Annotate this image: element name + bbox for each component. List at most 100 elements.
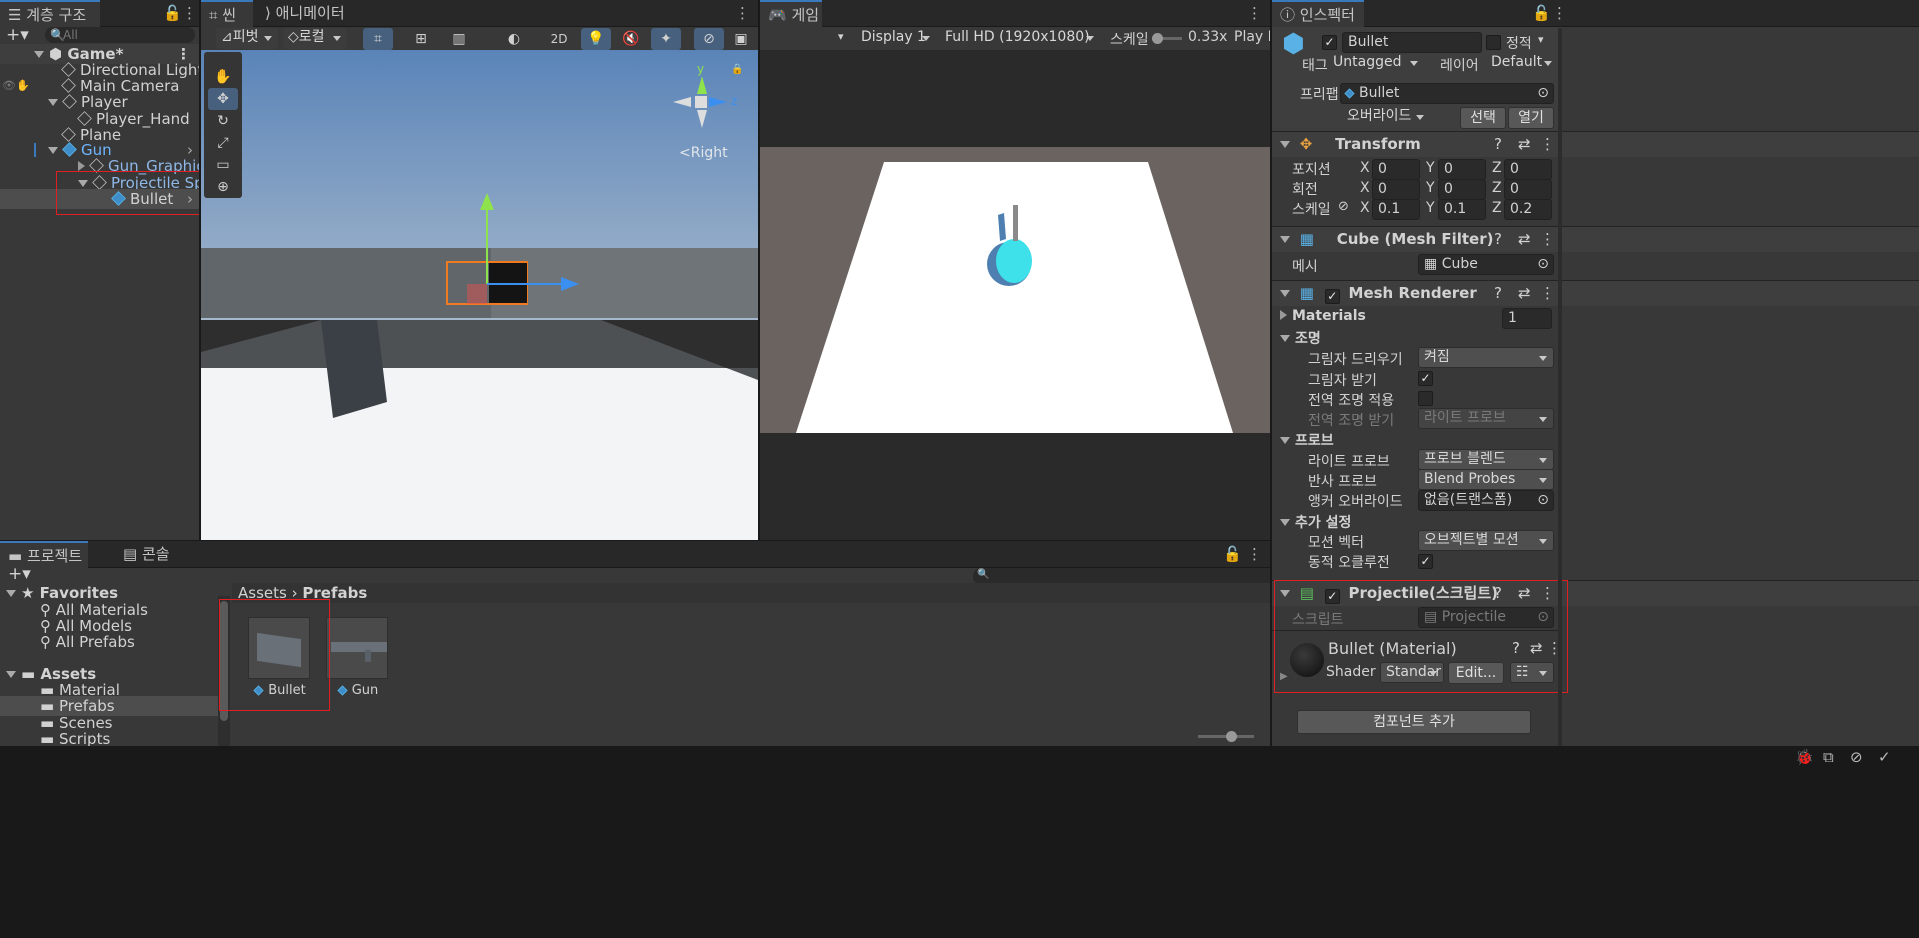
edit-shader-button[interactable]: Edit...	[1448, 662, 1504, 684]
scale-slider-thumb[interactable]	[1152, 33, 1163, 44]
object-picker-icon[interactable]: ⊙	[1537, 84, 1549, 103]
fold-arrow-icon[interactable]	[1280, 236, 1290, 243]
tag-dropdown[interactable]: Untagged	[1328, 53, 1424, 74]
receive-gi-dropdown[interactable]: 라이트 프로브	[1418, 408, 1554, 429]
icon-size-slider-thumb[interactable]	[1226, 731, 1237, 742]
object-name-input[interactable]: Bullet	[1342, 32, 1482, 53]
fold-arrow-icon[interactable]	[6, 590, 16, 597]
fold-arrow-icon[interactable]	[48, 99, 58, 106]
probes-foldout[interactable]: 프로브	[1280, 430, 1334, 450]
override-dropdown[interactable]: 오버라이드	[1342, 107, 1430, 128]
position-x-input[interactable]: 0	[1372, 159, 1420, 180]
scale-y-input[interactable]: 0.1	[1438, 199, 1486, 220]
hierarchy-item-selected[interactable]: Bullet ›	[0, 189, 199, 209]
projectile-enabled-checkbox[interactable]: ✓	[1324, 589, 1340, 604]
position-y-input[interactable]: 0	[1438, 159, 1486, 180]
folder-item[interactable]: ▬ Scripts	[0, 729, 218, 746]
rect-tool-icon[interactable]: ▭	[208, 154, 238, 176]
kebab-menu-icon[interactable]: ⋮	[1552, 0, 1567, 27]
object-picker-icon[interactable]: ⊙	[1537, 608, 1549, 627]
orientation-gizmo[interactable]: y z 🔒 <Right	[669, 62, 749, 162]
rotation-y-input[interactable]: 0	[1438, 179, 1486, 200]
fold-arrow-icon[interactable]	[6, 671, 16, 678]
hierarchy-search-input[interactable]: 🔍 All	[45, 27, 195, 43]
scale-slider[interactable]	[1152, 33, 1182, 44]
fold-arrow-icon[interactable]	[1280, 141, 1290, 148]
kebab-menu-icon[interactable]: ⋮	[182, 0, 197, 27]
fold-arrow-icon[interactable]	[1280, 290, 1290, 297]
contribute-gi-checkbox[interactable]	[1418, 391, 1433, 406]
asset-tile[interactable]: Gun	[326, 617, 390, 701]
tab-game[interactable]: 🎮 게임	[760, 0, 822, 27]
preset-icon[interactable]: ⇄	[1518, 132, 1531, 157]
scale-tool-icon[interactable]: ⤢	[208, 132, 238, 154]
hand-tool-icon[interactable]: ✋	[208, 66, 238, 88]
icon-size-slider[interactable]	[1198, 731, 1254, 742]
snap-increment-button[interactable]: ⊞	[406, 28, 436, 50]
help-icon[interactable]: ?	[1494, 227, 1502, 252]
chevron-right-icon[interactable]: ›	[187, 189, 193, 209]
kebab-menu-icon[interactable]: ⋮	[735, 0, 750, 27]
link-icon[interactable]: ⊘	[1338, 199, 1349, 214]
anchor-override-field[interactable]: 없음(트랜스폼) ⊙	[1418, 490, 1554, 511]
kebab-menu-icon[interactable]: ⋮	[1247, 541, 1262, 568]
tab-inspector[interactable]: ⓘ 인스펙터	[1272, 0, 1364, 27]
grid-snap-button[interactable]: ⌗	[363, 28, 393, 50]
transform-tool-icon[interactable]: ⊕	[208, 176, 238, 198]
shader-dropdown[interactable]: Standar	[1380, 662, 1444, 683]
add-component-button[interactable]: 컴포넌트 추가	[1297, 710, 1531, 734]
help-icon[interactable]: ?	[1494, 132, 1502, 157]
light-probes-dropdown[interactable]: 프로브 블렌드	[1418, 449, 1554, 470]
move-tool-icon[interactable]: ✥	[208, 88, 238, 110]
scale-z-input[interactable]: 0.2	[1504, 199, 1552, 220]
static-dropdown-arrow[interactable]: ▾	[1538, 33, 1544, 46]
warning-icon[interactable]: ⊘	[1850, 748, 1863, 766]
game-view-dropdown-arrow[interactable]: ▾	[838, 30, 844, 43]
asset-tile[interactable]: Bullet	[248, 617, 312, 701]
projectile-header[interactable]: ▤ ✓ Projectile(스크립트) ? ⇄ ⋮	[1272, 580, 1919, 606]
layer-dropdown[interactable]: Default	[1486, 53, 1558, 74]
select-button[interactable]: 선택	[1460, 107, 1506, 129]
materials-foldout[interactable]: Materials	[1280, 308, 1366, 324]
layers-icon[interactable]: ⧉	[1823, 748, 1834, 766]
object-picker-icon[interactable]: ⊙	[1537, 255, 1549, 274]
fold-arrow-icon[interactable]	[48, 147, 58, 154]
additional-settings-foldout[interactable]: 추가 설정	[1280, 512, 1351, 532]
scrollbar-thumb[interactable]	[220, 601, 228, 721]
reflection-probes-dropdown[interactable]: Blend Probes	[1418, 469, 1554, 490]
open-button[interactable]: 열기	[1508, 107, 1554, 129]
help-icon[interactable]: ?	[1494, 581, 1502, 606]
camera-settings-icon[interactable]: ▣	[726, 28, 756, 50]
debug-icon[interactable]: 🐞	[1795, 748, 1814, 766]
active-checkbox[interactable]: ✓	[1322, 35, 1337, 50]
preset-icon[interactable]: ⇄	[1518, 281, 1531, 306]
mesh-field[interactable]: ▦ Cube ⊙	[1418, 254, 1554, 275]
preset-icon[interactable]: ⇄	[1518, 227, 1531, 252]
kebab-menu-icon[interactable]: ⋮	[1540, 281, 1555, 306]
breadcrumb-root[interactable]: Assets	[238, 584, 287, 602]
help-icon[interactable]: ?	[1494, 281, 1502, 306]
object-picker-icon[interactable]: ⊙	[1537, 491, 1549, 510]
dynamic-occlusion-checkbox[interactable]: ✓	[1418, 554, 1433, 569]
check-icon[interactable]: ✓	[1878, 748, 1891, 766]
lock-icon[interactable]: 🔓	[1223, 541, 1242, 568]
lighting-toggle-icon[interactable]: 💡	[581, 28, 611, 50]
motion-vectors-dropdown[interactable]: 오브젝트별 모션	[1418, 530, 1554, 551]
transform-header[interactable]: ✥ Transform ? ⇄ ⋮	[1272, 131, 1919, 157]
pivot-dropdown[interactable]: ⊿피벗	[216, 28, 278, 49]
preset-icon[interactable]: ⇄	[1530, 639, 1543, 657]
script-field[interactable]: ▤ Projectile ⊙	[1418, 607, 1554, 628]
tab-console[interactable]: ▤ 콘솔	[115, 541, 178, 568]
breadcrumb-current[interactable]: Prefabs	[302, 584, 367, 602]
effects-toggle-icon[interactable]: ✦	[651, 28, 681, 50]
tab-scene[interactable]: ⌗ 씬	[201, 0, 253, 27]
inspector-scrollbar[interactable]	[1558, 28, 1562, 746]
shader-options-dropdown[interactable]: ☷	[1510, 662, 1554, 683]
local-dropdown[interactable]: ◇로컬	[283, 28, 347, 49]
rotate-tool-icon[interactable]: ↻	[208, 110, 238, 132]
mesh-renderer-header[interactable]: ▦ ✓ Mesh Renderer ? ⇄ ⋮	[1272, 280, 1919, 306]
display-dropdown[interactable]: Display 1	[856, 28, 936, 49]
receive-shadows-checkbox[interactable]: ✓	[1418, 371, 1433, 386]
project-scrollbar[interactable]	[218, 596, 230, 746]
kebab-menu-icon[interactable]: ⋮	[1540, 227, 1555, 252]
